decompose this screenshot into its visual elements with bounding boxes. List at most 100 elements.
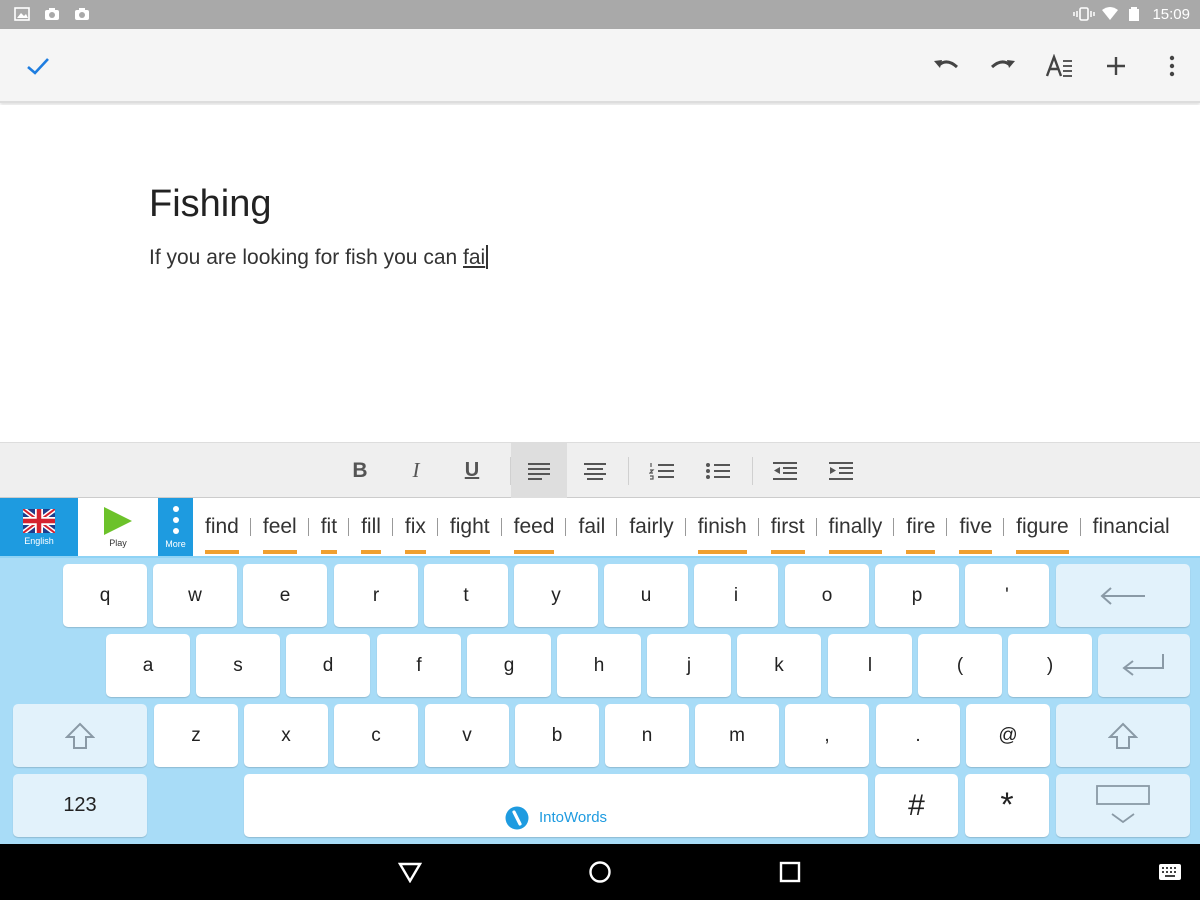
play-icon <box>104 507 132 535</box>
prediction-bar: English Play More find feel fit fill fix figh… <box>0 498 1200 558</box>
text-format-icon[interactable] <box>1040 46 1080 86</box>
key-symbol[interactable]: ( <box>918 634 1002 697</box>
divider <box>628 457 629 485</box>
key-n[interactable]: n <box>605 704 689 767</box>
document-title[interactable]: Fishing <box>149 183 272 226</box>
key-l[interactable]: l <box>828 634 912 697</box>
suggestion-word[interactable]: finish <box>686 498 759 556</box>
key-a[interactable]: a <box>106 634 190 697</box>
key-t[interactable]: t <box>424 564 508 627</box>
prediction-underline <box>906 550 936 554</box>
suggestion-word[interactable]: figure <box>1004 498 1081 556</box>
document-body[interactable]: If you are looking for fish you can fai <box>149 245 489 270</box>
key-g[interactable]: g <box>467 634 551 697</box>
recents-icon[interactable] <box>774 856 806 888</box>
key-v[interactable]: v <box>425 704 509 767</box>
hide-keyboard-key[interactable] <box>1056 774 1190 837</box>
key-symbol[interactable]: @ <box>966 704 1050 767</box>
italic-button[interactable]: I <box>388 443 444 498</box>
suggestion-word[interactable]: fit <box>309 498 350 556</box>
play-button[interactable]: Play <box>78 498 158 556</box>
hash-key[interactable]: # <box>875 774 958 837</box>
language-button[interactable]: English <box>0 498 78 556</box>
key-symbol[interactable]: ' <box>965 564 1049 627</box>
star-key[interactable]: * <box>965 774 1049 837</box>
backspace-key[interactable] <box>1056 564 1190 627</box>
more-label: More <box>165 539 186 549</box>
numbers-key[interactable]: 123 <box>13 774 147 837</box>
key-m[interactable]: m <box>695 704 779 767</box>
suggestion-word[interactable]: fail <box>566 498 618 556</box>
suggestion-text: finish <box>697 515 747 538</box>
home-icon[interactable] <box>584 856 616 888</box>
key-e[interactable]: e <box>243 564 327 627</box>
key-h[interactable]: h <box>557 634 641 697</box>
indent-icon[interactable] <box>813 443 869 498</box>
key-r[interactable]: r <box>334 564 418 627</box>
suggestion-text: find <box>205 515 239 538</box>
key-y[interactable]: y <box>514 564 598 627</box>
align-center-icon[interactable] <box>567 443 623 498</box>
suggestion-text: fight <box>449 515 490 538</box>
intowords-logo-icon <box>505 806 529 829</box>
redo-icon[interactable] <box>983 46 1023 86</box>
suggestion-word[interactable]: find <box>193 498 251 556</box>
suggestion-word[interactable]: fire <box>894 498 948 556</box>
suggestion-word[interactable]: fix <box>393 498 438 556</box>
more-icon[interactable] <box>1152 46 1192 86</box>
key-q[interactable]: q <box>63 564 147 627</box>
key-symbol[interactable]: , <box>785 704 869 767</box>
key-z[interactable]: z <box>154 704 238 767</box>
suggestion-word[interactable]: finally <box>817 498 895 556</box>
back-icon[interactable] <box>394 856 426 888</box>
shift-left-key[interactable] <box>13 704 147 767</box>
key-c[interactable]: c <box>334 704 418 767</box>
prediction-underline <box>205 550 239 554</box>
key-f[interactable]: f <box>377 634 461 697</box>
key-o[interactable]: o <box>785 564 869 627</box>
shift-right-key[interactable] <box>1056 704 1190 767</box>
align-left-icon[interactable] <box>511 443 567 498</box>
underline-button[interactable]: U <box>444 443 500 498</box>
suggestion-word[interactable]: feel <box>251 498 309 556</box>
key-symbol[interactable]: . <box>876 704 960 767</box>
suggestion-text: first <box>770 515 805 538</box>
key-b[interactable]: b <box>515 704 599 767</box>
suggestion-word[interactable]: fight <box>438 498 502 556</box>
space-key[interactable]: IntoWords <box>244 774 868 837</box>
key-x[interactable]: x <box>244 704 328 767</box>
plus-icon[interactable] <box>1096 46 1136 86</box>
suggestion-word[interactable]: feed <box>502 498 567 556</box>
key-j[interactable]: j <box>647 634 731 697</box>
undo-icon[interactable] <box>926 46 966 86</box>
suggestion-word[interactable]: five <box>947 498 1005 556</box>
suggestion-word[interactable]: fairly <box>617 498 686 556</box>
suggestion-word[interactable]: fill <box>349 498 393 556</box>
key-i[interactable]: i <box>694 564 778 627</box>
suggestion-word[interactable]: financial <box>1081 498 1182 556</box>
suggestion-text: fairly <box>629 515 674 538</box>
check-icon[interactable] <box>18 46 58 86</box>
key-symbol[interactable]: ) <box>1008 634 1092 697</box>
key-s[interactable]: s <box>196 634 280 697</box>
key-w[interactable]: w <box>153 564 237 627</box>
numbered-list-icon[interactable] <box>634 443 690 498</box>
bold-button[interactable]: B <box>332 443 388 498</box>
body-text: If you are looking for fish you can <box>149 246 464 269</box>
photo-icon <box>45 8 59 20</box>
key-u[interactable]: u <box>604 564 688 627</box>
key-d[interactable]: d <box>286 634 370 697</box>
suggestion-word[interactable]: first <box>759 498 817 556</box>
document-area[interactable]: Fishing If you are looking for fish you … <box>0 105 1200 442</box>
more-button[interactable]: More <box>158 498 193 556</box>
hide-keyboard-icon <box>1096 784 1150 823</box>
enter-key[interactable] <box>1098 634 1190 697</box>
key-p[interactable]: p <box>875 564 959 627</box>
keyboard-icon[interactable] <box>1154 856 1186 888</box>
bullet-list-icon[interactable] <box>690 443 746 498</box>
wifi-icon <box>1102 7 1118 20</box>
outdent-icon[interactable] <box>757 443 813 498</box>
keyboard: q w e r t y u i o p ' a s d f g h j k l() z x c v b n m,. @ 123 Int… <box>0 558 1200 844</box>
key-k[interactable]: k <box>737 634 821 697</box>
prediction-underline <box>959 550 993 554</box>
